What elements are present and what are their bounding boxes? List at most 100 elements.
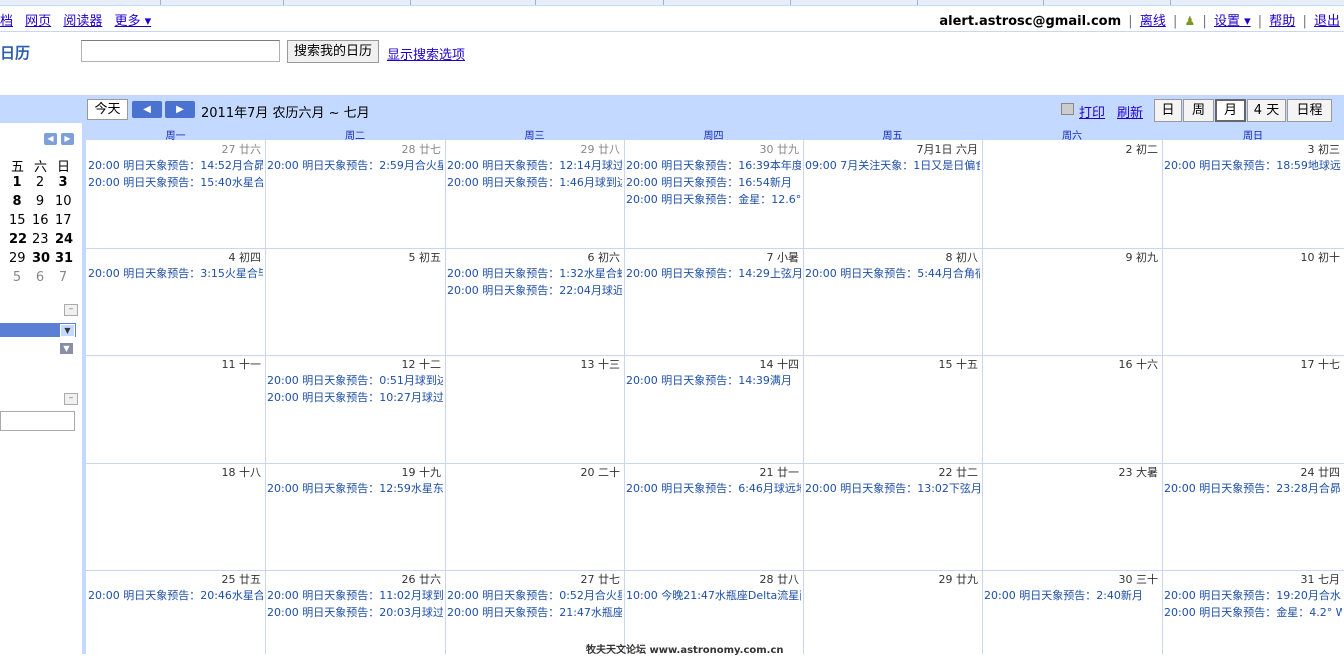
calendar-event[interactable]: 20:00 明日天象预告：18:59地球远 xyxy=(1164,158,1342,173)
day-number[interactable]: 23 大暑 xyxy=(984,464,1159,480)
view-agenda-button[interactable]: 日程 xyxy=(1287,99,1332,122)
view-week-button[interactable]: 周 xyxy=(1183,99,1214,122)
calendar-event[interactable]: 20:00 明日天象预告：20:46水星合 xyxy=(88,588,263,603)
day-number[interactable]: 12 十二 xyxy=(267,356,442,372)
add-calendar-input[interactable] xyxy=(0,411,75,431)
day-number[interactable]: 24 廿四 xyxy=(1164,464,1341,480)
calendar-event[interactable]: 20:00 明日天象预告：23:28月合昴 xyxy=(1164,481,1342,496)
calendar-event[interactable]: 20:00 明日天象预告：21:47水瓶座 xyxy=(447,605,622,620)
mini-cal-day[interactable]: 7 xyxy=(55,270,71,285)
offline-link[interactable]: 离线 xyxy=(1140,14,1166,29)
collapse-icon[interactable]: – xyxy=(64,393,78,405)
day-number[interactable]: 4 初四 xyxy=(88,249,262,265)
day-number[interactable]: 17 十七 xyxy=(1164,356,1341,372)
calendar-event[interactable]: 20:00 明日天象预告：20:03月球过 xyxy=(267,605,443,620)
today-button[interactable]: 今天 xyxy=(87,99,128,120)
settings-link[interactable]: 设置 ▾ xyxy=(1214,14,1251,29)
day-number[interactable]: 14 十四 xyxy=(626,356,800,372)
day-number[interactable]: 7月1日 六月 xyxy=(805,141,979,157)
calendar-event[interactable]: 20:00 明日天象预告：6:46月球远地 xyxy=(626,481,801,496)
day-number[interactable]: 25 廿五 xyxy=(88,571,262,587)
calendar-event[interactable]: 20:00 明日天象预告：1:32水星合蜂 xyxy=(447,266,622,281)
search-button[interactable]: 搜索我的日历 xyxy=(287,40,380,63)
calendar-event[interactable]: 20:00 明日天象预告：0:52月合火星 xyxy=(447,588,622,603)
chevron-down-icon[interactable]: ▼ xyxy=(60,343,73,354)
calendar-event[interactable]: 20:00 明日天象预告：3:15火星合毕 xyxy=(88,266,263,281)
nav-link-reader[interactable]: 阅读器 xyxy=(63,14,102,29)
day-number[interactable]: 30 三十 xyxy=(984,571,1159,587)
day-number[interactable]: 27 廿七 xyxy=(447,571,621,587)
mini-cal-next-button[interactable]: ▶ xyxy=(61,133,74,145)
refresh-link[interactable]: 刷新 xyxy=(1117,102,1143,121)
calendar-event[interactable]: 20:00 明日天象预告：13:02下弦月 xyxy=(805,481,980,496)
view-4day-button[interactable]: 4 天 xyxy=(1247,99,1286,122)
calendar-event[interactable]: 20:00 明日天象预告：2:59月合火星 xyxy=(267,158,443,173)
day-number[interactable]: 5 初五 xyxy=(267,249,442,265)
search-options-link[interactable]: 显示搜索选项 xyxy=(387,44,465,63)
calendar-event[interactable]: 20:00 明日天象预告：14:29上弦月 xyxy=(626,266,801,281)
view-month-button[interactable]: 月 xyxy=(1215,99,1246,122)
mini-cal-day[interactable]: 29 xyxy=(9,251,26,266)
calendar-event[interactable]: 20:00 明日天象预告：12:14月球过 xyxy=(447,158,622,173)
mini-cal-day[interactable]: 15 xyxy=(9,213,26,228)
search-input[interactable] xyxy=(81,40,280,62)
day-number[interactable]: 19 十九 xyxy=(267,464,442,480)
mini-cal-day[interactable]: 1 xyxy=(9,175,25,190)
calendar-event[interactable]: 20:00 明日天象预告：12:59水星东 xyxy=(267,481,443,496)
calendar-event[interactable]: 20:00 明日天象预告：11:02月球到 xyxy=(267,588,443,603)
day-number[interactable]: 16 十六 xyxy=(984,356,1159,372)
print-link[interactable]: 打印 xyxy=(1079,102,1105,121)
nav-link-more[interactable]: 更多 ▾ xyxy=(114,14,151,29)
nav-link-docs[interactable]: 档 xyxy=(0,14,13,29)
day-number[interactable]: 30 廿九 xyxy=(626,141,800,157)
calendar-event[interactable]: 20:00 明日天象预告：金星：4.2° W xyxy=(1164,605,1342,620)
calendar-event[interactable]: 10:00 今晚21:47水瓶座Delta流星雨 xyxy=(626,588,801,603)
mini-cal-day[interactable]: 23 xyxy=(32,232,49,247)
mini-cal-day[interactable]: 3 xyxy=(55,175,71,190)
next-period-button[interactable]: ▶ xyxy=(165,101,195,118)
day-number[interactable]: 22 廿二 xyxy=(805,464,979,480)
mini-cal-day[interactable]: 10 xyxy=(55,194,72,209)
day-number[interactable]: 18 十八 xyxy=(88,464,262,480)
day-number[interactable]: 2 初二 xyxy=(984,141,1159,157)
mini-cal-day[interactable]: 30 xyxy=(32,251,50,266)
day-number[interactable]: 27 廿六 xyxy=(88,141,262,157)
calendar-event[interactable]: 09:00 7月关注天象：1日又是日偏食 xyxy=(805,158,980,173)
calendar-event[interactable]: 20:00 明日天象预告：19:20月合水 xyxy=(1164,588,1342,603)
day-number[interactable]: 8 初八 xyxy=(805,249,979,265)
day-number[interactable]: 28 廿七 xyxy=(267,141,442,157)
mini-cal-day[interactable]: 16 xyxy=(32,213,49,228)
signout-link[interactable]: 退出 xyxy=(1314,14,1340,29)
day-number[interactable]: 15 十五 xyxy=(805,356,979,372)
mini-cal-day[interactable]: 9 xyxy=(32,194,48,209)
mini-cal-day[interactable]: 5 xyxy=(9,270,25,285)
collapse-icon[interactable]: – xyxy=(64,304,78,316)
nav-link-web[interactable]: 网页 xyxy=(25,14,51,29)
mini-cal-day[interactable]: 17 xyxy=(55,213,72,228)
day-number[interactable]: 7 小暑 xyxy=(626,249,800,265)
calendar-event[interactable]: 20:00 明日天象预告：金星：12.6° xyxy=(626,192,801,207)
mini-cal-day[interactable]: 2 xyxy=(32,175,48,190)
day-number[interactable]: 13 十三 xyxy=(447,356,621,372)
calendar-event[interactable]: 20:00 明日天象预告：14:52月合昴 xyxy=(88,158,263,173)
day-number[interactable]: 28 廿八 xyxy=(626,571,800,587)
mini-cal-day[interactable]: 24 xyxy=(55,232,73,247)
calendar-event[interactable]: 20:00 明日天象预告：5:44月合角宿 xyxy=(805,266,980,281)
mini-cal-day[interactable]: 31 xyxy=(55,251,73,266)
day-number[interactable]: 29 廿九 xyxy=(805,571,979,587)
view-day-button[interactable]: 日 xyxy=(1154,99,1182,122)
day-number[interactable]: 21 廿一 xyxy=(626,464,800,480)
day-number[interactable]: 29 廿八 xyxy=(447,141,621,157)
mini-cal-day[interactable]: 6 xyxy=(32,270,48,285)
gear-icon[interactable]: ♟ xyxy=(1185,14,1196,28)
chevron-down-icon[interactable]: ▼ xyxy=(60,324,75,337)
calendar-event[interactable]: 20:00 明日天象预告：10:27月球过 xyxy=(267,390,443,405)
calendar-event[interactable]: 20:00 明日天象预告：16:39本年度 xyxy=(626,158,801,173)
help-link[interactable]: 帮助 xyxy=(1269,14,1295,29)
day-number[interactable]: 26 廿六 xyxy=(267,571,442,587)
prev-period-button[interactable]: ◀ xyxy=(132,101,162,118)
calendar-event[interactable]: 20:00 明日天象预告：16:54新月 xyxy=(626,175,801,190)
mini-cal-day[interactable]: 8 xyxy=(9,194,25,209)
day-number[interactable]: 11 十一 xyxy=(88,356,262,372)
calendar-event[interactable]: 20:00 明日天象预告：2:40新月 xyxy=(984,588,1160,603)
